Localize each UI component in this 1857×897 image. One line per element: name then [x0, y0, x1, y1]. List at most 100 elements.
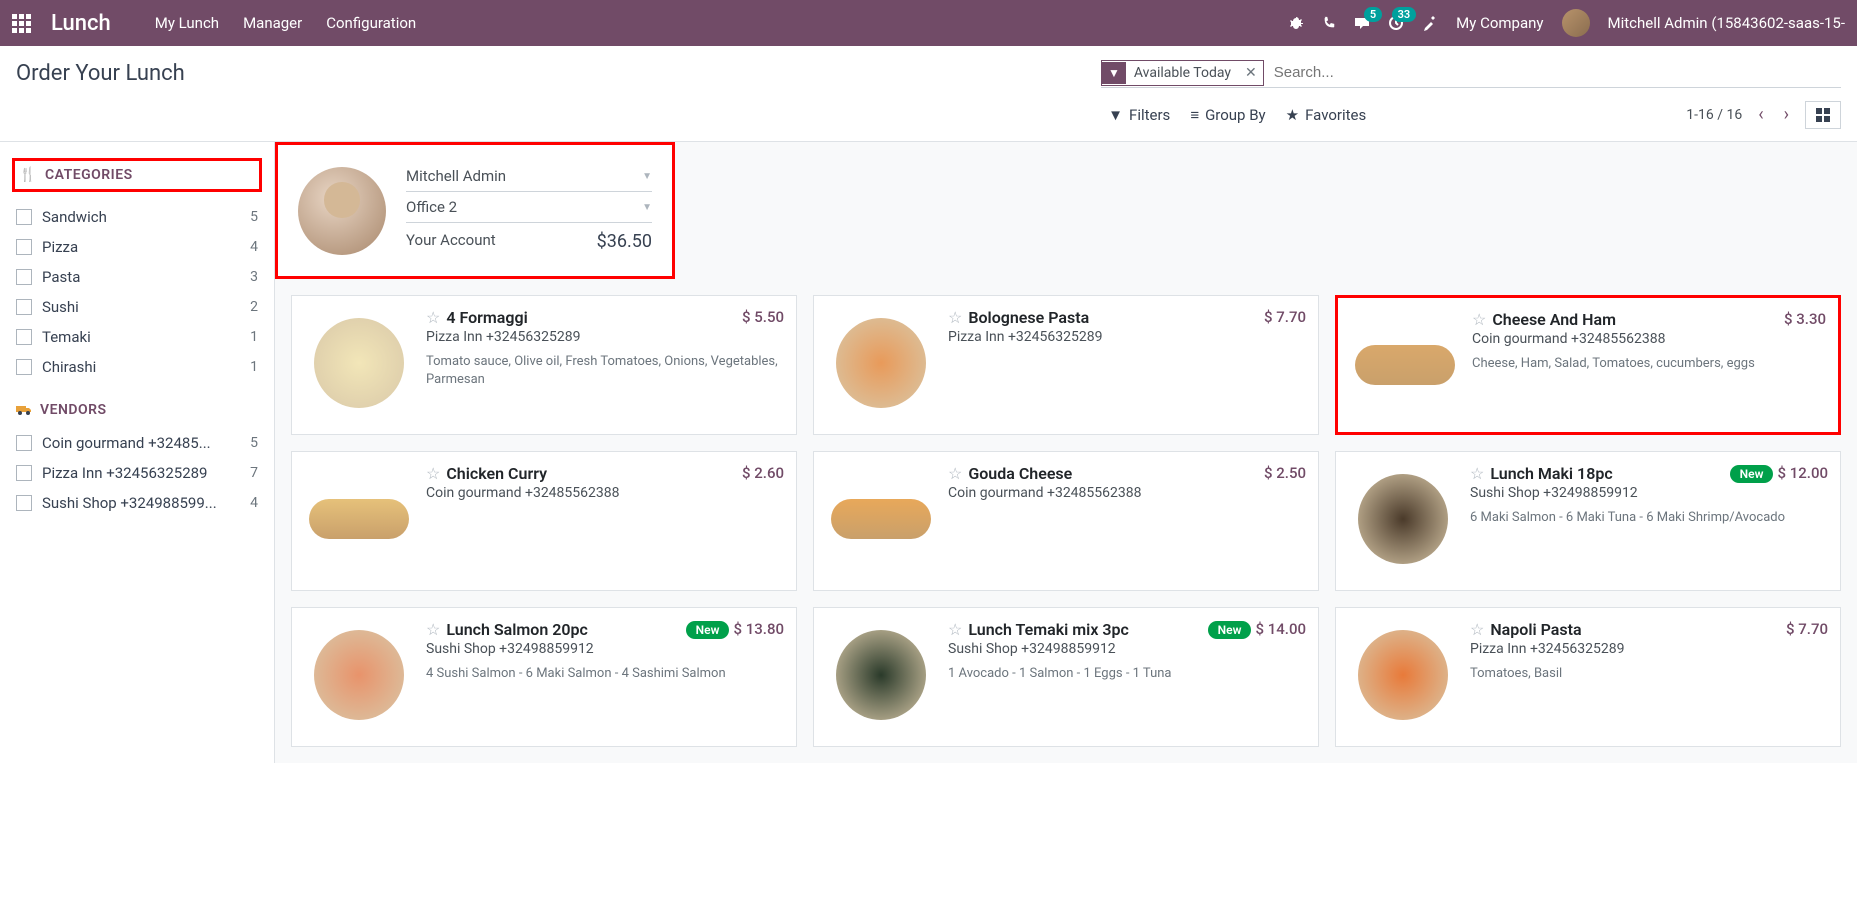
pager-prev-icon[interactable]: ‹ — [1754, 100, 1767, 129]
search-input[interactable] — [1264, 58, 1841, 87]
checkbox[interactable] — [16, 299, 32, 315]
vendor-count: 7 — [250, 465, 258, 481]
category-item[interactable]: Pizza 4 — [12, 232, 262, 262]
top-navbar: Lunch My Lunch Manager Configuration 5 3… — [0, 0, 1857, 46]
checkbox[interactable] — [16, 359, 32, 375]
product-image — [826, 308, 936, 418]
product-image — [304, 620, 414, 730]
product-image — [1348, 464, 1458, 574]
new-badge: New — [1208, 621, 1252, 639]
product-name: Gouda Cheese — [968, 464, 1072, 483]
category-count: 1 — [250, 359, 258, 375]
control-panel: Order Your Lunch ▼ Available Today ✕ ▼ F… — [0, 46, 1857, 142]
sidebar: 🍴 CATEGORIES Sandwich 5 Pizza 4 Pasta 3 … — [0, 142, 275, 763]
product-description: Tomato sauce, Olive oil, Fresh Tomatoes,… — [426, 353, 784, 389]
user-avatar-large — [298, 167, 386, 255]
product-description: Cheese, Ham, Salad, Tomatoes, cucumbers,… — [1472, 355, 1826, 373]
product-card[interactable]: ☆ Lunch Temaki mix 3pc New$ 14.00 Sushi … — [813, 607, 1319, 747]
company-selector[interactable]: My Company — [1456, 14, 1543, 32]
product-price: New$ 12.00 — [1730, 464, 1828, 482]
product-card[interactable]: ☆ 4 Formaggi $ 5.50 Pizza Inn +324563252… — [291, 295, 797, 435]
product-card[interactable]: ☆ Cheese And Ham $ 3.30 Coin gourmand +3… — [1335, 295, 1841, 435]
pager-next-icon[interactable]: › — [1780, 100, 1793, 129]
funnel-icon: ▼ — [1108, 106, 1123, 124]
location-select[interactable]: Office 2 ▼ — [406, 192, 652, 223]
product-name: Cheese And Ham — [1492, 310, 1616, 329]
messages-badge: 5 — [1364, 7, 1382, 22]
category-item[interactable]: Pasta 3 — [12, 262, 262, 292]
search-facet: ▼ Available Today ✕ — [1101, 60, 1264, 86]
facet-remove-icon[interactable]: ✕ — [1239, 65, 1263, 81]
phone-icon[interactable] — [1322, 16, 1336, 30]
product-card[interactable]: ☆ Gouda Cheese $ 2.50 Coin gourmand +324… — [813, 451, 1319, 591]
product-vendor: Pizza Inn +32456325289 — [1470, 641, 1828, 657]
star-icon: ★ — [1286, 106, 1299, 124]
category-item[interactable]: Temaki 1 — [12, 322, 262, 352]
user-select[interactable]: Mitchell Admin ▼ — [406, 161, 652, 192]
star-outline-icon[interactable]: ☆ — [426, 308, 440, 327]
messages-icon[interactable]: 5 — [1354, 15, 1370, 31]
product-card[interactable]: ☆ Chicken Curry $ 2.60 Coin gourmand +32… — [291, 451, 797, 591]
page-title: Order Your Lunch — [16, 61, 185, 86]
checkbox[interactable] — [16, 435, 32, 451]
product-vendor: Coin gourmand +32485562388 — [948, 485, 1306, 501]
product-card[interactable]: ☆ Bolognese Pasta $ 7.70 Pizza Inn +3245… — [813, 295, 1319, 435]
product-image — [826, 464, 936, 574]
nav-my-lunch[interactable]: My Lunch — [155, 14, 219, 32]
product-vendor: Pizza Inn +32456325289 — [426, 329, 784, 345]
vendor-item[interactable]: Sushi Shop +324988599... 4 — [12, 488, 262, 518]
star-outline-icon[interactable]: ☆ — [426, 620, 440, 639]
checkbox[interactable] — [16, 329, 32, 345]
kanban-view-button[interactable] — [1805, 101, 1841, 129]
star-outline-icon[interactable]: ☆ — [948, 464, 962, 483]
checkbox[interactable] — [16, 495, 32, 511]
category-label: Pasta — [42, 268, 250, 286]
nav-manager[interactable]: Manager — [243, 14, 302, 32]
vendor-item[interactable]: Pizza Inn +32456325289 7 — [12, 458, 262, 488]
favorites-button[interactable]: ★ Favorites — [1286, 106, 1367, 124]
product-card[interactable]: ☆ Napoli Pasta $ 7.70 Pizza Inn +3245632… — [1335, 607, 1841, 747]
content-area: Mitchell Admin ▼ Office 2 ▼ Your Account… — [275, 142, 1857, 763]
pager-text: 1-16 / 16 — [1686, 107, 1742, 123]
category-count: 1 — [250, 329, 258, 345]
product-price: $ 2.60 — [742, 464, 784, 482]
vendor-item[interactable]: Coin gourmand +32485... 5 — [12, 428, 262, 458]
search-bar[interactable]: ▼ Available Today ✕ — [1101, 58, 1841, 88]
account-label: Your Account — [406, 231, 496, 252]
product-price: $ 2.50 — [1264, 464, 1306, 482]
user-menu[interactable]: Mitchell Admin (15843602-saas-15- — [1608, 14, 1845, 32]
star-outline-icon[interactable]: ☆ — [1472, 310, 1486, 329]
product-card[interactable]: ☆ Lunch Salmon 20pc New$ 13.80 Sushi Sho… — [291, 607, 797, 747]
user-avatar-icon[interactable] — [1562, 9, 1590, 37]
star-outline-icon[interactable]: ☆ — [948, 308, 962, 327]
product-price: $ 3.30 — [1784, 310, 1826, 328]
activities-icon[interactable]: 33 — [1388, 15, 1404, 31]
product-price: $ 5.50 — [742, 308, 784, 326]
tools-icon[interactable] — [1422, 15, 1438, 31]
debug-icon[interactable] — [1288, 15, 1304, 31]
vendor-label: Sushi Shop +324988599... — [42, 494, 250, 512]
product-image — [826, 620, 936, 730]
category-item[interactable]: Sandwich 5 — [12, 202, 262, 232]
product-name: Bolognese Pasta — [968, 308, 1089, 327]
chevron-down-icon: ▼ — [642, 171, 652, 182]
apps-icon[interactable] — [12, 14, 31, 33]
product-description: 1 Avocado - 1 Salmon - 1 Eggs - 1 Tuna — [948, 665, 1306, 683]
star-outline-icon[interactable]: ☆ — [948, 620, 962, 639]
category-item[interactable]: Sushi 2 — [12, 292, 262, 322]
star-outline-icon[interactable]: ☆ — [426, 464, 440, 483]
star-outline-icon[interactable]: ☆ — [1470, 620, 1484, 639]
product-vendor: Coin gourmand +32485562388 — [426, 485, 784, 501]
category-item[interactable]: Chirashi 1 — [12, 352, 262, 382]
groupby-button[interactable]: ≡ Group By — [1190, 106, 1265, 124]
app-brand[interactable]: Lunch — [51, 11, 111, 36]
checkbox[interactable] — [16, 269, 32, 285]
filters-button[interactable]: ▼ Filters — [1108, 106, 1170, 124]
product-name: Napoli Pasta — [1490, 620, 1581, 639]
star-outline-icon[interactable]: ☆ — [1470, 464, 1484, 483]
product-card[interactable]: ☆ Lunch Maki 18pc New$ 12.00 Sushi Shop … — [1335, 451, 1841, 591]
checkbox[interactable] — [16, 465, 32, 481]
nav-configuration[interactable]: Configuration — [326, 14, 416, 32]
checkbox[interactable] — [16, 239, 32, 255]
checkbox[interactable] — [16, 209, 32, 225]
